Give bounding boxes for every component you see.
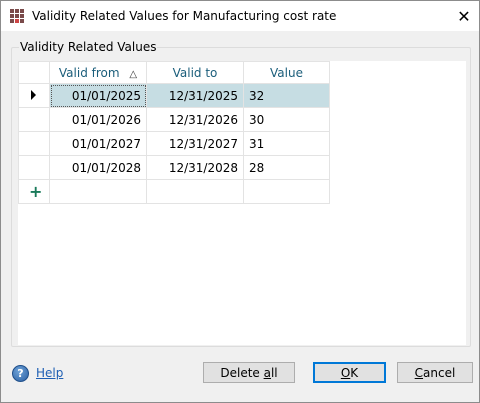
column-header-value[interactable]: Value <box>243 61 330 84</box>
row-indicator-header <box>18 61 50 84</box>
cancel-button[interactable]: Cancel <box>397 362 473 383</box>
validity-grid[interactable]: Valid from △ Valid to Value 01/01/2025 1… <box>18 61 466 345</box>
plus-icon: + <box>29 182 43 201</box>
sort-ascending-icon: △ <box>129 68 138 80</box>
cell-valid-from[interactable]: 01/01/2027 <box>49 131 147 156</box>
title-bar: Validity Related Values for Manufacturin… <box>1 1 479 31</box>
cell-valid-from[interactable]: 01/01/2025 <box>49 83 147 108</box>
new-row[interactable]: + <box>18 179 330 204</box>
button-label-part: K <box>350 365 359 380</box>
cell-valid-to[interactable]: 12/31/2028 <box>146 155 244 180</box>
row-indicator[interactable] <box>18 131 50 156</box>
row-indicator[interactable] <box>18 83 50 108</box>
row-indicator[interactable] <box>18 107 50 132</box>
cell-value[interactable]: 30 <box>243 107 330 132</box>
cell-value[interactable]: 32 <box>243 83 330 108</box>
app-grid-icon <box>10 9 24 23</box>
cell-valid-from[interactable]: 01/01/2028 <box>49 155 147 180</box>
grid-header-row: Valid from △ Valid to Value <box>18 61 330 84</box>
validity-table: Valid from △ Valid to Value 01/01/2025 1… <box>18 61 330 204</box>
mnemonic-letter: C <box>414 365 424 380</box>
mnemonic-letter: O <box>340 365 351 380</box>
cell-value[interactable]: 31 <box>243 131 330 156</box>
ok-button[interactable]: OK <box>313 362 386 383</box>
cell-valid-to[interactable]: 12/31/2027 <box>146 131 244 156</box>
help-icon[interactable]: ? <box>12 365 29 382</box>
new-cell-value[interactable] <box>243 179 330 204</box>
mnemonic-letter: a <box>263 365 271 380</box>
new-cell-valid-to[interactable] <box>146 179 244 204</box>
delete-all-button[interactable]: Delete a ll <box>203 362 295 383</box>
cell-value[interactable]: 28 <box>243 155 330 180</box>
close-icon[interactable]: ✕ <box>449 1 479 31</box>
group-label: Validity Related Values <box>19 40 158 54</box>
help-link[interactable]: Help <box>36 366 63 380</box>
column-header-valid-from[interactable]: Valid from △ <box>49 61 147 84</box>
table-row[interactable]: 01/01/2026 12/31/2026 30 <box>18 107 330 132</box>
cell-valid-to[interactable]: 12/31/2025 <box>146 83 244 108</box>
column-header-valid-to[interactable]: Valid to <box>146 61 244 84</box>
table-row[interactable]: 01/01/2028 12/31/2028 28 <box>18 155 330 180</box>
new-cell-valid-from[interactable] <box>49 179 147 204</box>
cell-valid-to[interactable]: 12/31/2026 <box>146 107 244 132</box>
button-label-part: Delete <box>220 365 264 380</box>
button-label-part: ll <box>270 365 278 380</box>
column-header-label: Valid from <box>58 65 120 80</box>
row-indicator[interactable] <box>18 155 50 180</box>
window-title: Validity Related Values for Manufacturin… <box>32 9 337 23</box>
new-row-indicator[interactable]: + <box>18 179 50 204</box>
current-row-arrow-icon <box>31 89 36 100</box>
cell-valid-from[interactable]: 01/01/2026 <box>49 107 147 132</box>
table-row[interactable]: 01/01/2027 12/31/2027 31 <box>18 131 330 156</box>
dialog-window: Validity Related Values for Manufacturin… <box>0 0 480 403</box>
table-row[interactable]: 01/01/2025 12/31/2025 32 <box>18 83 330 108</box>
button-label-part: ancel <box>423 365 456 380</box>
